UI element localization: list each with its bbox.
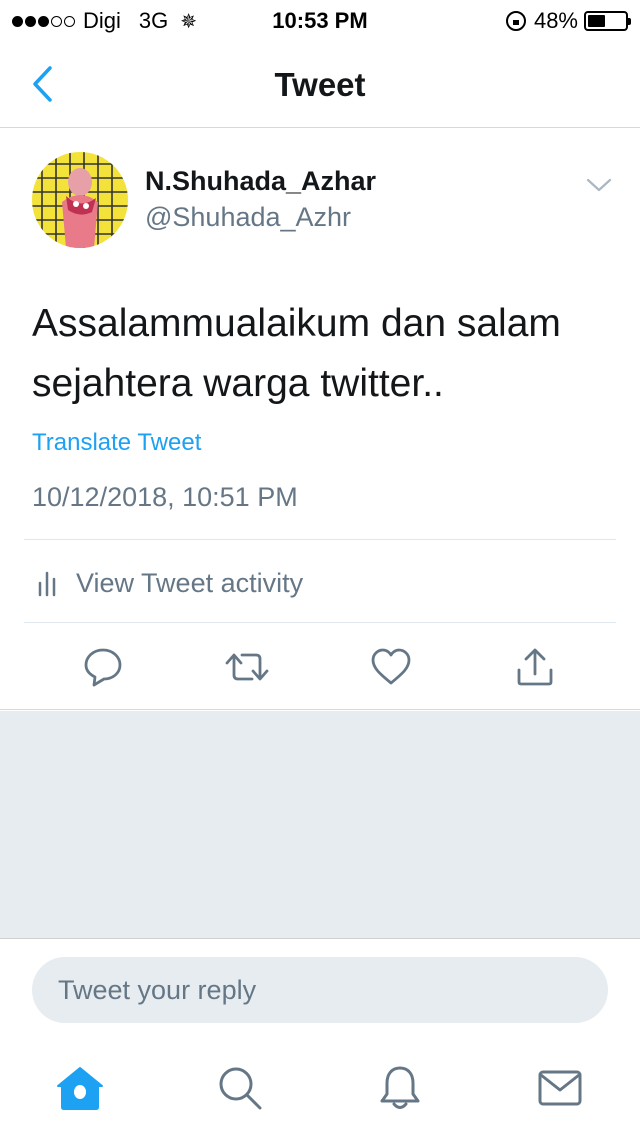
- envelope-icon: [538, 1070, 582, 1106]
- tab-home[interactable]: [52, 1060, 108, 1116]
- translate-tweet-link[interactable]: Translate Tweet: [32, 429, 201, 457]
- reply-placeholder: Tweet your reply: [58, 975, 257, 1005]
- display-name[interactable]: N.Shuhada_Azhar: [145, 166, 376, 197]
- tweet-timestamp: 10/12/2018, 10:51 PM: [32, 482, 298, 512]
- rotation-lock-icon: [505, 11, 526, 31]
- heart-icon: [371, 648, 411, 685]
- divider: [24, 622, 616, 623]
- status-bar: Digi 3G ✵ 10:53 PM 48%: [0, 0, 640, 40]
- retweet-button[interactable]: [224, 644, 270, 690]
- share-button[interactable]: [512, 644, 558, 690]
- reply-input[interactable]: Tweet your reply: [32, 957, 608, 1023]
- bar-chart-icon: [38, 571, 56, 597]
- like-button[interactable]: [368, 644, 414, 690]
- retweet-icon: [225, 653, 269, 681]
- tweet-action-bar: [0, 624, 640, 710]
- nav-bar: Tweet: [0, 40, 640, 128]
- chevron-down-icon: [586, 178, 612, 192]
- replies-area: [0, 711, 640, 939]
- home-icon: [57, 1067, 103, 1110]
- view-tweet-activity-button[interactable]: View Tweet activity: [32, 548, 616, 618]
- page-title: Tweet: [274, 66, 366, 103]
- tab-notifications[interactable]: [372, 1060, 428, 1116]
- search-icon: [219, 1067, 262, 1110]
- battery-icon: [584, 11, 631, 31]
- battery-fill: [588, 15, 606, 27]
- reply-button[interactable]: [80, 644, 126, 690]
- share-icon: [517, 648, 553, 686]
- status-bar-right: 48%: [505, 8, 631, 34]
- username[interactable]: @Shuhada_Azhr: [145, 202, 351, 233]
- tweet-text: Assalammualaikum dan salam sejahtera war…: [32, 302, 561, 405]
- tweet-options-button[interactable]: [582, 172, 616, 198]
- view-tweet-activity-label: View Tweet activity: [76, 567, 304, 598]
- bell-icon: [380, 1066, 420, 1109]
- divider: [24, 539, 616, 540]
- tab-bar: [0, 1046, 640, 1136]
- avatar-image: [32, 152, 128, 248]
- tab-messages[interactable]: [532, 1060, 588, 1116]
- comment-icon: [84, 648, 122, 687]
- battery-percent: 48%: [533, 8, 578, 33]
- tweet-header: N.Shuhada_Azhar @Shuhada_Azhr: [32, 152, 616, 252]
- tab-search[interactable]: [212, 1060, 268, 1116]
- avatar[interactable]: [32, 152, 128, 248]
